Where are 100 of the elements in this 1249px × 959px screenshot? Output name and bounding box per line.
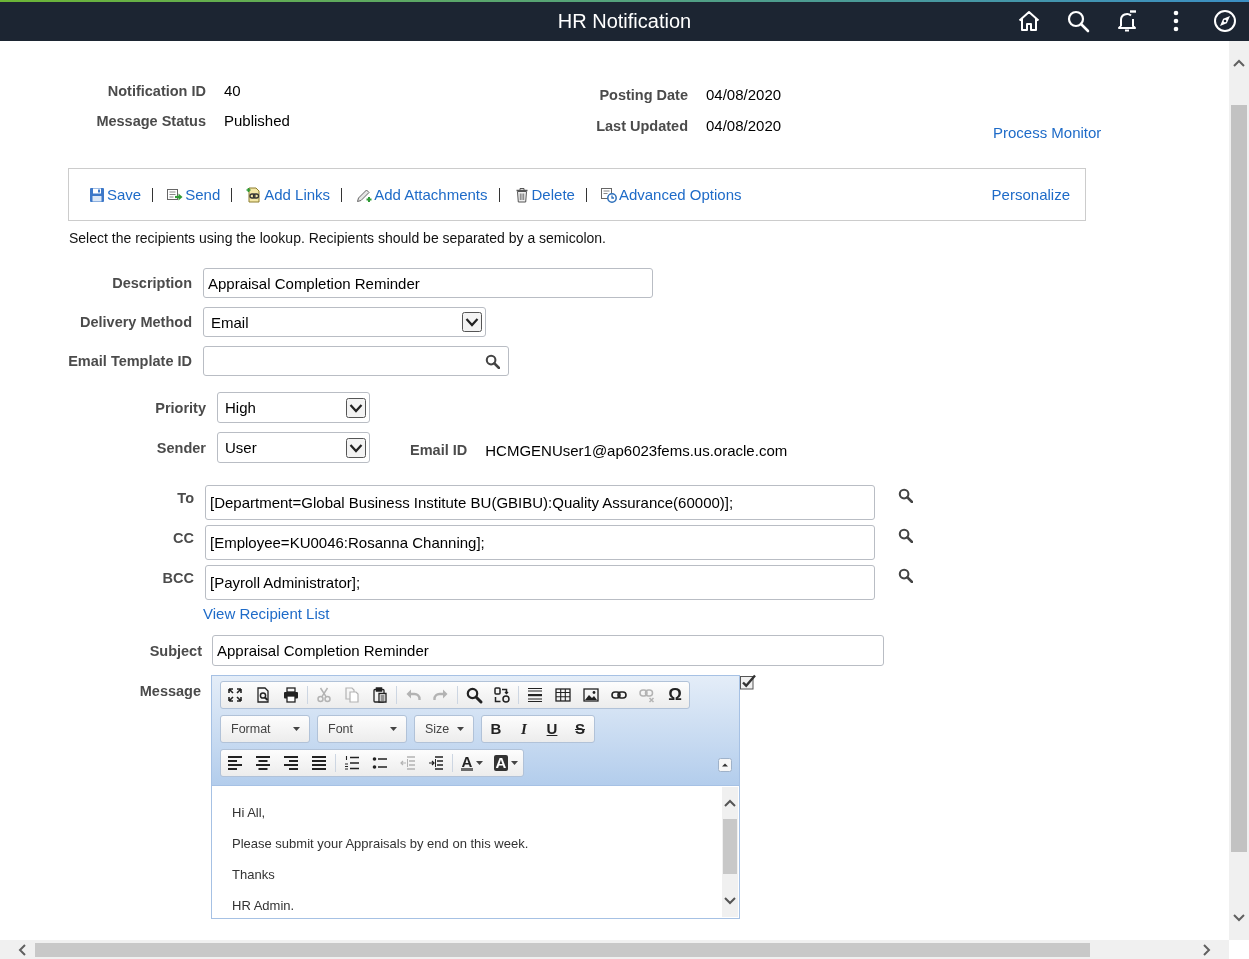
scrollbar-thumb[interactable] (35, 942, 1090, 957)
field-label: Notification ID (106, 82, 206, 101)
chevron-right-icon[interactable] (1203, 943, 1211, 956)
expand-arrows-icon (227, 687, 243, 703)
field-label: Priority (154, 399, 206, 416)
message-text: Please submit your Appraisals by end on this week. (232, 836, 529, 852)
field-label: To (176, 489, 194, 507)
search-icon[interactable] (898, 528, 913, 543)
special-character-button[interactable]: Ω (661, 682, 689, 708)
compass-icon[interactable] (1212, 8, 1237, 33)
numbered-list-icon (344, 755, 360, 771)
home-icon[interactable] (1016, 8, 1041, 33)
message-text: Hi All, (232, 805, 266, 821)
field-label: Message Status (95, 112, 206, 131)
chevron-up-icon[interactable] (724, 799, 736, 807)
add-links-link[interactable]: Add Links (246, 185, 331, 204)
printer-icon (283, 687, 299, 703)
field-value: HCMGENUser1@ap6023fems.us.oracle.com (485, 440, 788, 459)
vertical-scrollbar[interactable] (722, 787, 738, 917)
scissors-icon (316, 687, 332, 703)
bulleted-list-icon (372, 755, 388, 771)
field-label: BCC (161, 569, 194, 587)
dropdown-field[interactable]: Email (203, 307, 486, 337)
underline-button[interactable]: U (538, 716, 566, 742)
chevron-left-icon[interactable] (18, 943, 26, 956)
text-field[interactable]: Appraisal Completion Reminder (203, 268, 653, 298)
document-magnifier-icon (255, 687, 271, 703)
search-icon[interactable] (1065, 8, 1090, 33)
clipboard-icon (372, 687, 388, 703)
curved-arrow-left-icon (405, 687, 421, 703)
subject-field[interactable]: Appraisal Completion Reminder (212, 635, 884, 666)
curved-arrow-right-icon (433, 687, 449, 703)
field-label: Posting Date (598, 86, 688, 105)
field-label: Delivery Method (79, 314, 192, 330)
copy-icon (344, 687, 360, 703)
chevron-down-icon[interactable] (724, 897, 736, 905)
view-recipient-list-link[interactable]: View Recipient List (203, 605, 330, 623)
caret-down-icon (390, 727, 397, 731)
strikethrough-button[interactable]: S (566, 716, 594, 742)
search-icon[interactable] (898, 488, 913, 503)
field-label: Email ID (410, 441, 468, 458)
document-chain-icon (246, 186, 263, 203)
outdent-icon (400, 755, 416, 771)
page-title: HR Notification (557, 9, 692, 33)
italic-button[interactable]: I (510, 716, 538, 742)
message-body-field[interactable]: Hi All, Please submit your Appraisals by end on this week. Thanks HR Admin. (212, 786, 722, 918)
vertical-scrollbar[interactable] (1229, 41, 1249, 940)
document-clock-icon (600, 186, 617, 203)
align-left-icon (227, 755, 243, 771)
dropdown-field[interactable]: High (217, 392, 370, 423)
recipient-field[interactable]: [Payroll Administrator]; (205, 565, 875, 600)
indent-icon (428, 755, 444, 771)
recipient-field[interactable]: [Employee=KU0046:Rosanna Channing]; (205, 525, 875, 560)
field-label: Description (111, 275, 192, 291)
picture-icon (583, 687, 599, 703)
search-icon (466, 687, 482, 703)
personalize-link[interactable]: Personalize (991, 185, 1070, 204)
field-value: Published (224, 111, 291, 131)
field-label: Last Updated (595, 117, 688, 136)
toolbar-dropdown[interactable]: Format (220, 715, 310, 743)
field-label: Subject (148, 642, 202, 659)
chevron-down-icon[interactable] (1233, 914, 1245, 922)
broken-chain-icon (639, 687, 655, 703)
background-color-button[interactable]: A (489, 750, 523, 776)
add-attachments-link[interactable]: Add Attachments (356, 185, 488, 204)
delete-link[interactable]: Delete (513, 185, 575, 204)
message-text: Thanks (232, 867, 275, 883)
instruction-text: Select the recipients using the lookup. Recipients should be separated by a semicolon. (69, 229, 607, 247)
toolbar-dropdown[interactable]: Font (317, 715, 407, 743)
advanced-options-link[interactable]: Advanced Options (600, 185, 742, 204)
lookup-field[interactable] (203, 346, 509, 376)
caret-down-icon (476, 761, 484, 765)
field-value: 04/08/2020 (706, 116, 783, 136)
triangle-up-icon[interactable] (718, 758, 732, 772)
message-text: HR Admin. (232, 898, 295, 914)
field-label: Sender (155, 439, 206, 456)
search-icon[interactable] (898, 568, 913, 583)
tick-box-icon[interactable] (740, 674, 756, 690)
toolbar-dropdown[interactable]: Size (414, 715, 474, 743)
send-link[interactable]: Send (167, 185, 221, 204)
horizontal-scrollbar[interactable] (0, 940, 1229, 959)
document-arrow-icon (167, 186, 184, 203)
dropdown-field[interactable]: User (217, 432, 370, 463)
justify-icon (311, 755, 327, 771)
scrollbar-thumb[interactable] (1231, 105, 1247, 852)
field-label: Message (138, 682, 201, 700)
shapes-swap-icon (494, 687, 510, 703)
bold-button[interactable]: B (482, 716, 510, 742)
caret-down-icon (293, 727, 300, 731)
caret-down-icon (511, 761, 519, 765)
text-color-button[interactable]: A (455, 750, 489, 776)
recipient-field[interactable]: [Department=Global Business Institute BU(GBIBU):Quality Assurance(60000)]; (205, 485, 875, 520)
process-monitor-link[interactable]: Process Monitor (993, 123, 1102, 143)
field-label: Email Template ID (67, 353, 192, 369)
chevron-up-icon[interactable] (1233, 59, 1245, 67)
caret-down-icon (457, 727, 464, 731)
save-link[interactable]: Save (89, 185, 142, 204)
horizontal-lines-icon (527, 687, 543, 703)
scrollbar-thumb[interactable] (723, 819, 737, 874)
search-icon[interactable] (485, 353, 500, 369)
